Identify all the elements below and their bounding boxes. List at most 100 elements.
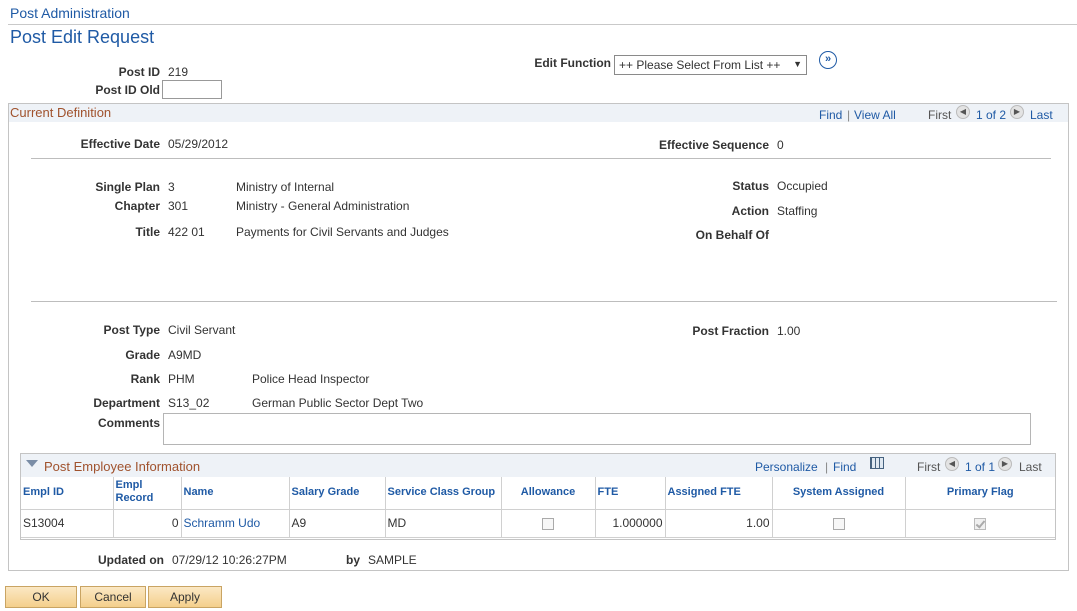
action-label: Action: [731, 204, 769, 218]
by-label: by: [345, 553, 360, 567]
go-icon[interactable]: »: [819, 51, 837, 69]
grid-previous-icon[interactable]: ◀: [945, 457, 959, 471]
personalize-link[interactable]: Personalize: [755, 460, 818, 474]
post-type-label: Post Type: [103, 323, 160, 337]
grade-label: Grade: [125, 348, 160, 362]
post-id-old-input[interactable]: [162, 80, 222, 99]
cell-service-class-group: MD: [385, 509, 502, 538]
cell-empl-record: 0: [113, 509, 182, 538]
chapter-desc: Ministry - General Administration: [236, 199, 410, 213]
post-id-label: Post ID: [118, 65, 160, 79]
primary-flag-checkbox: [974, 517, 987, 530]
chapter-code: 301: [168, 199, 189, 213]
cell-assigned-fte: 1.00: [665, 509, 773, 538]
updated-on-value: 07/29/12 10:26:27PM: [172, 553, 287, 567]
effective-sequence-label: Effective Sequence: [658, 138, 769, 152]
cell-empl-id: S13004: [21, 509, 114, 538]
status-value: Occupied: [777, 179, 828, 193]
grid-record-counter: 1 of 1: [965, 460, 996, 474]
effective-date-value: 05/29/2012: [168, 137, 229, 151]
post-id-old-label: Post ID Old: [95, 83, 160, 97]
nav-separator: |: [847, 108, 851, 122]
title-code: 422 01: [168, 225, 205, 239]
on-behalf-of-label: On Behalf Of: [695, 228, 769, 242]
allowance-checkbox: [542, 517, 554, 530]
record-counter: 1 of 2: [976, 108, 1007, 122]
rank-label: Rank: [130, 372, 160, 386]
edit-function-select[interactable]: ++ Please Select From List ++ ▼: [614, 55, 807, 75]
rank-desc: Police Head Inspector: [252, 372, 370, 386]
effective-sequence-value: 0: [777, 138, 784, 152]
grid-last-label: Last: [1019, 460, 1042, 474]
previous-icon[interactable]: ◀: [956, 105, 970, 119]
dropdown-arrow-icon: ▼: [793, 59, 802, 69]
col-primary-flag[interactable]: Primary Flag: [905, 477, 1055, 510]
single-plan-label: Single Plan: [95, 180, 160, 194]
grid-next-icon[interactable]: ▶: [998, 457, 1012, 471]
department-desc: German Public Sector Dept Two: [252, 396, 424, 410]
single-plan-code: 3: [168, 180, 175, 194]
col-service-class-group[interactable]: Service Class Group: [385, 477, 502, 510]
col-fte[interactable]: FTE: [595, 477, 666, 510]
comments-textarea[interactable]: [163, 413, 1031, 445]
comments-label: Comments: [97, 416, 160, 430]
cell-allowance: [501, 509, 596, 538]
section-divider: [31, 158, 1051, 159]
system-assigned-checkbox: [832, 517, 845, 530]
current-definition-title: Current Definition: [10, 105, 112, 120]
ok-button[interactable]: OK: [5, 586, 77, 608]
col-salary-grade[interactable]: Salary Grade: [289, 477, 386, 510]
apply-button[interactable]: Apply: [148, 586, 222, 608]
cell-salary-grade: A9: [289, 509, 386, 538]
col-system-assigned[interactable]: System Assigned: [772, 477, 906, 510]
post-fraction-value: 1.00: [777, 324, 801, 338]
cell-system-assigned: [772, 509, 906, 538]
grid-find-link[interactable]: Find: [833, 460, 856, 474]
edit-function-label: Edit Function: [534, 56, 611, 70]
status-label: Status: [732, 179, 769, 193]
cancel-button[interactable]: Cancel: [80, 586, 146, 608]
updated-on-label: Updated on: [98, 553, 164, 567]
collapse-triangle-icon[interactable]: [26, 460, 38, 467]
view-grid-icon[interactable]: [870, 457, 884, 469]
col-assigned-fte[interactable]: Assigned FTE: [665, 477, 773, 510]
single-plan-desc: Ministry of Internal: [236, 180, 335, 194]
chapter-label: Chapter: [114, 199, 160, 213]
col-allowance[interactable]: Allowance: [501, 477, 596, 510]
effective-date-label: Effective Date: [80, 137, 160, 151]
title-label: Title: [135, 225, 160, 239]
grid-first-label: First: [917, 460, 941, 474]
employee-name-link[interactable]: Schramm Udo: [184, 516, 261, 530]
current-definition-header: [9, 104, 1068, 122]
find-link[interactable]: Find: [819, 108, 842, 122]
view-all-link[interactable]: View All: [854, 108, 896, 122]
post-id-value: 219: [168, 65, 189, 79]
table-row: S13004 0 Schramm Udo A9 MD 1.000000 1.00: [21, 509, 1055, 538]
table-header-row: Empl ID Empl Record Name Salary Grade Se…: [21, 477, 1055, 510]
last-link[interactable]: Last: [1030, 108, 1053, 122]
col-empl-record[interactable]: Empl Record: [113, 477, 182, 510]
cell-primary-flag: [905, 509, 1055, 538]
next-icon[interactable]: ▶: [1010, 105, 1024, 119]
department-code: S13_02: [168, 396, 210, 410]
action-value: Staffing: [777, 204, 818, 218]
post-fraction-label: Post Fraction: [692, 324, 769, 338]
by-value: SAMPLE: [368, 553, 417, 567]
col-name[interactable]: Name: [181, 477, 290, 510]
department-label: Department: [93, 396, 160, 410]
first-label: First: [928, 108, 952, 122]
section-divider: [31, 301, 1057, 302]
employee-table: Empl ID Empl Record Name Salary Grade Se…: [21, 477, 1055, 538]
grade-value: A9MD: [168, 348, 202, 362]
cell-fte: 1.000000: [595, 509, 666, 538]
grid-title: Post Employee Information: [44, 459, 201, 474]
rank-code: PHM: [168, 372, 195, 386]
title-desc: Payments for Civil Servants and Judges: [236, 225, 449, 239]
grid-separator: |: [825, 460, 829, 474]
post-type-value: Civil Servant: [168, 323, 236, 337]
col-empl-id[interactable]: Empl ID: [21, 477, 114, 510]
breadcrumb[interactable]: Post Administration: [10, 5, 130, 21]
header-divider: [8, 24, 1077, 25]
edit-function-selected: ++ Please Select From List ++: [619, 58, 781, 72]
cell-name: Schramm Udo: [181, 509, 290, 538]
